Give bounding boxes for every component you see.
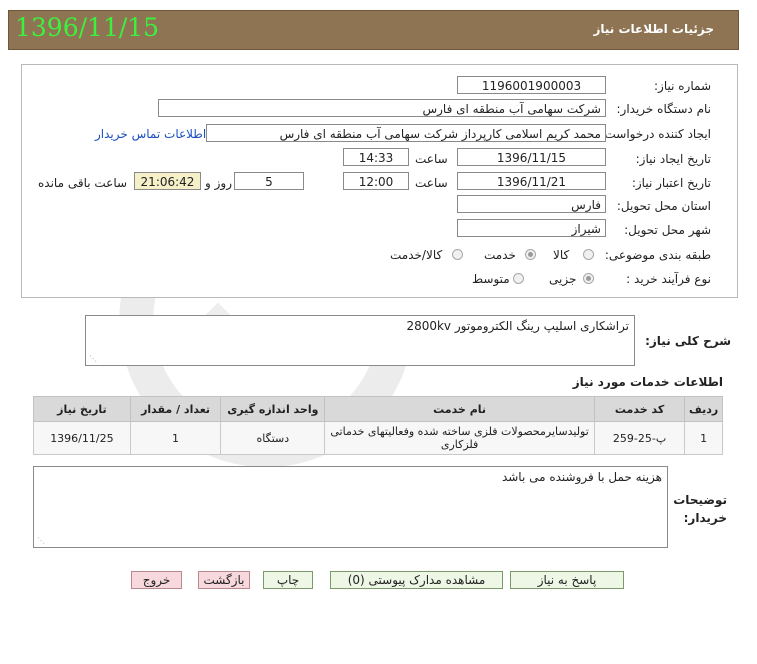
page-title: جزئیات اطلاعات نیاز <box>593 22 714 36</box>
province-field[interactable]: فارس <box>457 195 606 213</box>
row-date: 1396/11/25 <box>33 421 131 455</box>
category-service-label: خدمت <box>484 248 516 262</box>
city-field[interactable]: شیراز <box>457 219 606 237</box>
province-label: استان محل تحویل: <box>616 199 711 213</box>
days-label: روز و <box>205 176 232 190</box>
created-time-field[interactable]: 14:33 <box>343 148 409 166</box>
category-both-radio[interactable] <box>452 249 463 260</box>
buyer-notes-textarea[interactable]: هزینه حمل با فروشنده می باشد ⋰ <box>33 466 668 548</box>
summary-label: شرح کلی نیاز: <box>645 334 731 348</box>
back-button[interactable]: بازگشت <box>198 571 250 589</box>
process-medium-label: متوسط <box>472 272 510 286</box>
col-index: ردیف <box>684 396 723 422</box>
row-unit: دستگاه <box>220 421 326 455</box>
validity-date-field[interactable]: 1396/11/21 <box>457 172 606 190</box>
category-label: طبقه بندی موضوعی: <box>604 248 711 262</box>
created-date-label: تاریخ ایجاد نیاز: <box>635 152 711 166</box>
summary-text: تراشکاری اسلیپ رینگ الکتروموتور 2800kv <box>406 319 629 333</box>
row-index: 1 <box>684 421 723 455</box>
row-name: تولیدسایرمحصولات فلزی ساخته شده وفعالیته… <box>324 421 595 455</box>
process-type-label: نوع فرآیند خرید : <box>626 272 711 286</box>
created-date-field[interactable]: 1396/11/15 <box>457 148 606 166</box>
buyer-notes-text: هزینه حمل با فروشنده می باشد <box>501 470 662 484</box>
requester-field[interactable]: محمد کریم اسلامی کارپرداز شرکت سهامی آب … <box>206 124 606 142</box>
row-qty: 1 <box>129 421 222 455</box>
resize-grip-icon[interactable]: ⋰ <box>89 354 97 363</box>
need-number-label: شماره نیاز: <box>654 79 711 93</box>
category-goods-radio[interactable] <box>583 249 594 260</box>
header-bar: جزئیات اطلاعات نیاز 1396/11/15 <box>8 10 739 50</box>
validity-date-label: تاریخ اعتبار نیاز: <box>631 176 711 190</box>
created-time-label: ساعت <box>415 152 448 166</box>
col-qty: تعداد / مقدار <box>129 396 222 422</box>
services-table: ردیف کد خدمت نام خدمت واحد اندازه گیری ت… <box>33 396 723 455</box>
table-row: 1 پ-25-259 تولیدسایرمحصولات فلزی ساخته ش… <box>33 421 723 455</box>
validity-time-label: ساعت <box>415 176 448 190</box>
col-date: تاریخ نیاز <box>33 396 131 422</box>
remaining-time-field: 21:06:42 <box>134 172 201 190</box>
validity-time-field[interactable]: 12:00 <box>343 172 409 190</box>
buyer-notes-label: توضیحات خریدار: <box>673 493 727 525</box>
category-service-radio[interactable] <box>525 249 536 260</box>
col-unit: واحد اندازه گیری <box>220 396 326 422</box>
resize-grip-icon[interactable]: ⋰ <box>37 536 45 545</box>
category-goods-label: کالا <box>553 248 570 262</box>
print-button[interactable]: چاپ <box>263 571 313 589</box>
requester-label: ایجاد کننده درخواست: <box>600 127 711 141</box>
services-header-row: ردیف کد خدمت نام خدمت واحد اندازه گیری ت… <box>33 396 723 422</box>
process-medium-radio[interactable] <box>513 273 524 284</box>
buyer-contact-link[interactable]: اطلاعات تماس خریدار <box>95 127 206 141</box>
need-number-field[interactable]: 1196001900003 <box>457 76 606 94</box>
exit-button[interactable]: خروج <box>131 571 182 589</box>
row-code: پ-25-259 <box>593 421 686 455</box>
services-title: اطلاعات خدمات مورد نیاز <box>572 375 723 389</box>
buyer-org-field[interactable]: شرکت سهامی آب منطقه ای فارس <box>158 99 606 117</box>
remaining-label: ساعت باقی مانده <box>38 176 128 190</box>
summary-textarea[interactable]: تراشکاری اسلیپ رینگ الکتروموتور 2800kv ⋰ <box>85 315 635 366</box>
header-date: 1396/11/15 <box>15 13 160 42</box>
process-minor-radio[interactable] <box>583 273 594 284</box>
process-minor-label: جزیی <box>549 272 577 286</box>
col-name: نام خدمت <box>324 396 595 422</box>
col-code: کد خدمت <box>593 396 686 422</box>
view-attachments-button[interactable]: مشاهده مدارک پیوستی (0) <box>330 571 503 589</box>
city-label: شهر محل تحویل: <box>624 223 711 237</box>
reply-button[interactable]: پاسخ به نیاز <box>510 571 624 589</box>
days-remaining-field[interactable]: 5 <box>234 172 304 190</box>
buyer-org-label: نام دستگاه خریدار: <box>616 102 712 116</box>
category-both-label: کالا/خدمت <box>390 248 443 262</box>
